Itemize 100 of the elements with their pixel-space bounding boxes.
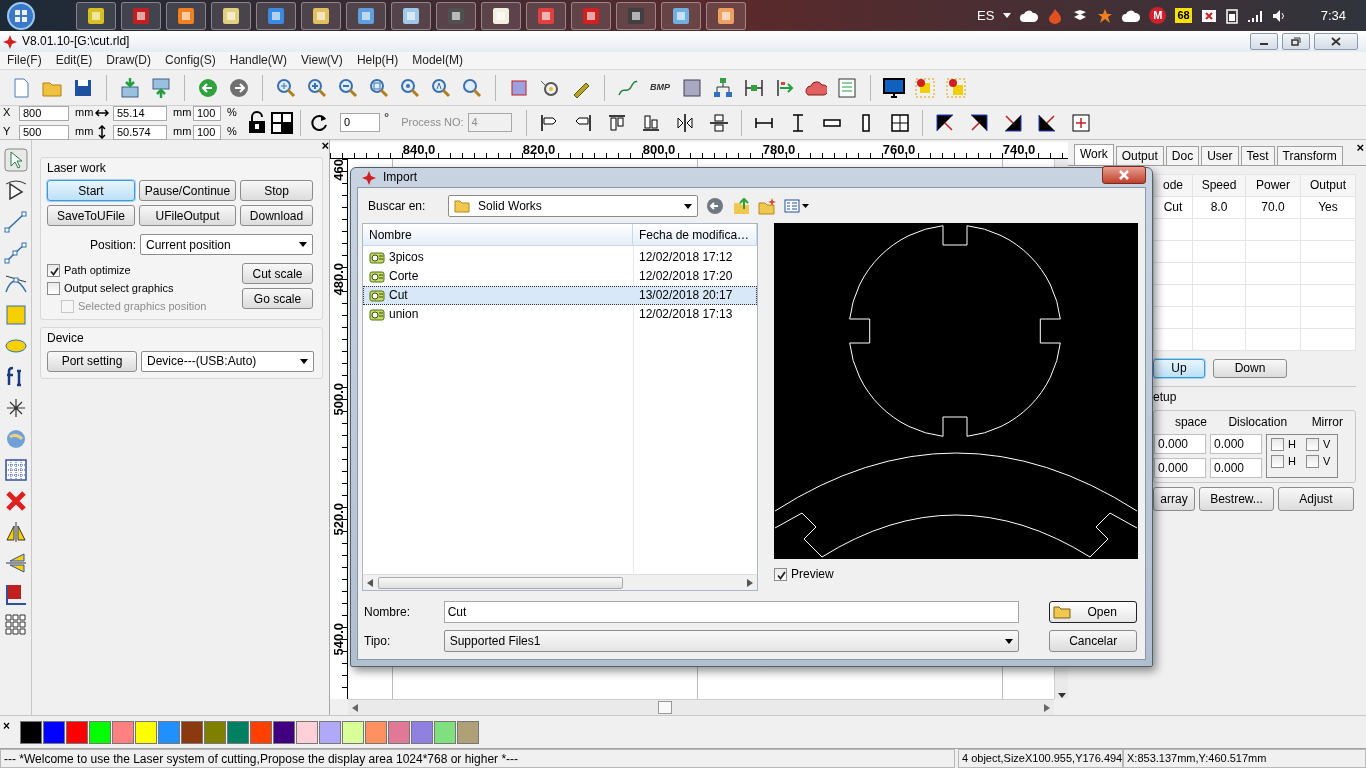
zoom-fit-icon[interactable]	[275, 76, 297, 99]
scroll-thumb[interactable]	[658, 701, 672, 715]
close-button[interactable]: ×	[321, 140, 329, 154]
taskbar-app-icon[interactable]	[571, 1, 611, 30]
position-dropdown[interactable]: Current position	[140, 234, 313, 256]
scroll-right-icon[interactable]	[1044, 703, 1050, 712]
clock[interactable]: 7:34	[1320, 7, 1346, 24]
squares-icon[interactable]	[914, 76, 936, 99]
mirror-icon[interactable]	[3, 520, 28, 544]
scroll-right-icon[interactable]	[747, 578, 753, 587]
node-tree-icon[interactable]	[712, 76, 734, 99]
column-header[interactable]: Fecha de modifica…	[633, 224, 757, 245]
magnifier-icon[interactable]	[430, 76, 452, 99]
flag-icon[interactable]	[3, 582, 28, 606]
color-swatch[interactable]	[411, 720, 433, 744]
folder-dropdown[interactable]: Solid Works	[448, 195, 698, 217]
squares-icon[interactable]	[945, 76, 967, 99]
menu-item[interactable]: Draw(D)	[99, 53, 159, 68]
checkbox[interactable]	[1271, 437, 1284, 451]
node-edit-icon[interactable]	[3, 179, 28, 203]
taskbar-app-icon[interactable]	[436, 1, 476, 30]
zoom-in-icon[interactable]	[306, 76, 328, 99]
cloud-icon[interactable]	[1020, 8, 1039, 23]
menu-item[interactable]: Edit(E)	[48, 53, 100, 68]
number-field[interactable]: 500	[19, 124, 69, 140]
magnifier-icon[interactable]	[368, 76, 390, 99]
menu-item[interactable]: Help(H)	[349, 53, 406, 68]
file-row[interactable]: Cut 13/02/2018 20:17	[363, 286, 757, 305]
monitor-icon[interactable]	[883, 76, 905, 99]
menu-item[interactable]: File(F)	[0, 53, 49, 68]
file-row[interactable]: Corte 12/02/2018 17:20	[363, 267, 757, 286]
action-button[interactable]: Pause/Continue	[139, 180, 236, 202]
action-button[interactable]: Bestrew...	[1199, 486, 1274, 511]
color-swatch[interactable]	[43, 720, 65, 744]
color-swatch[interactable]	[296, 720, 318, 744]
preview-checkbox[interactable]	[774, 567, 787, 581]
horizontal-scrollbar[interactable]	[348, 699, 1054, 715]
taskbar-app-icon[interactable]	[616, 1, 656, 30]
color-swatch[interactable]	[457, 720, 479, 744]
zoom-out-icon[interactable]	[337, 76, 359, 99]
flame-icon[interactable]	[1047, 7, 1064, 24]
checkbox[interactable]	[1306, 455, 1319, 469]
center-grid-icon[interactable]	[888, 111, 911, 134]
number-field[interactable]: 0.000	[1154, 457, 1206, 478]
action-button[interactable]: UFileOutput	[139, 205, 236, 227]
caret-icon[interactable]	[1003, 12, 1012, 19]
list-icon[interactable]	[836, 76, 858, 99]
language-indicator[interactable]: ES	[977, 7, 995, 24]
taskbar-app-icon[interactable]	[301, 1, 341, 30]
view-menu-icon[interactable]	[784, 198, 810, 214]
action-button[interactable]: Stop	[240, 180, 313, 202]
corner-arrow-icon[interactable]	[933, 111, 956, 134]
scroll-left-icon[interactable]	[367, 578, 373, 587]
taskbar-app-icon[interactable]	[661, 1, 701, 30]
color-swatch[interactable]	[112, 720, 134, 744]
minimize-button[interactable]	[1250, 33, 1278, 50]
line-icon[interactable]	[3, 210, 28, 234]
align-middle-icon[interactable]	[707, 111, 730, 134]
scroll-down-icon[interactable]	[1057, 693, 1066, 700]
restore-button[interactable]	[1282, 33, 1310, 50]
dialog-button[interactable]: Cancelar	[1049, 630, 1137, 652]
file-row[interactable]: union 12/02/2018 17:13	[363, 305, 757, 324]
flag-icon[interactable]	[1200, 7, 1217, 24]
start-orb-icon[interactable]	[6, 0, 36, 31]
scroll-thumb[interactable]	[377, 576, 623, 589]
panel-tab[interactable]: Work	[1074, 143, 1114, 165]
taskbar-app-icon[interactable]	[211, 1, 251, 30]
file-row[interactable]: 3picos 12/02/2018 17:12	[363, 248, 757, 267]
color-swatch[interactable]	[250, 720, 272, 744]
panel-tab[interactable]: User	[1201, 145, 1239, 165]
color-swatch[interactable]	[365, 720, 387, 744]
port-setting-button[interactable]: Port setting	[47, 350, 137, 372]
taskbar-app-icon[interactable]	[256, 1, 296, 30]
color-swatch[interactable]	[135, 720, 157, 744]
mail-badge[interactable]: M	[1149, 7, 1167, 24]
column-header[interactable]: Nombre	[363, 224, 633, 245]
action-button[interactable]: SaveToUFile	[47, 205, 135, 227]
mirror-icon[interactable]	[3, 551, 28, 575]
menu-item[interactable]: Handle(W)	[222, 53, 295, 68]
color-swatch[interactable]	[342, 720, 364, 744]
number-field[interactable]: 0.000	[1154, 433, 1206, 454]
move-button[interactable]: Up	[1153, 359, 1205, 378]
bmp-tool[interactable]: BMP	[648, 82, 672, 93]
taskbar-app-icon[interactable]	[166, 1, 206, 30]
device-dropdown[interactable]: Device---(USB:Auto)	[141, 350, 314, 372]
file-type-dropdown[interactable]: Supported Files1	[443, 630, 1020, 652]
color-swatch[interactable]	[158, 720, 180, 744]
checkbox[interactable]	[47, 263, 60, 277]
rotation-field[interactable]: 0	[340, 113, 380, 132]
scroll-left-icon[interactable]	[352, 703, 358, 712]
color-swatch[interactable]	[204, 720, 226, 744]
taskbar-app-icon[interactable]	[481, 1, 521, 30]
panel-tab[interactable]: Transform	[1276, 145, 1343, 165]
panel-tab[interactable]: Doc	[1165, 145, 1200, 165]
dot-grid-icon[interactable]	[3, 458, 28, 482]
battery-icon[interactable]	[1225, 7, 1238, 24]
cloud-icon[interactable]	[1122, 8, 1141, 23]
taskbar-app-icon[interactable]	[121, 1, 161, 30]
close-button[interactable]	[1314, 33, 1358, 50]
menu-item[interactable]: Model(M)	[405, 53, 470, 68]
